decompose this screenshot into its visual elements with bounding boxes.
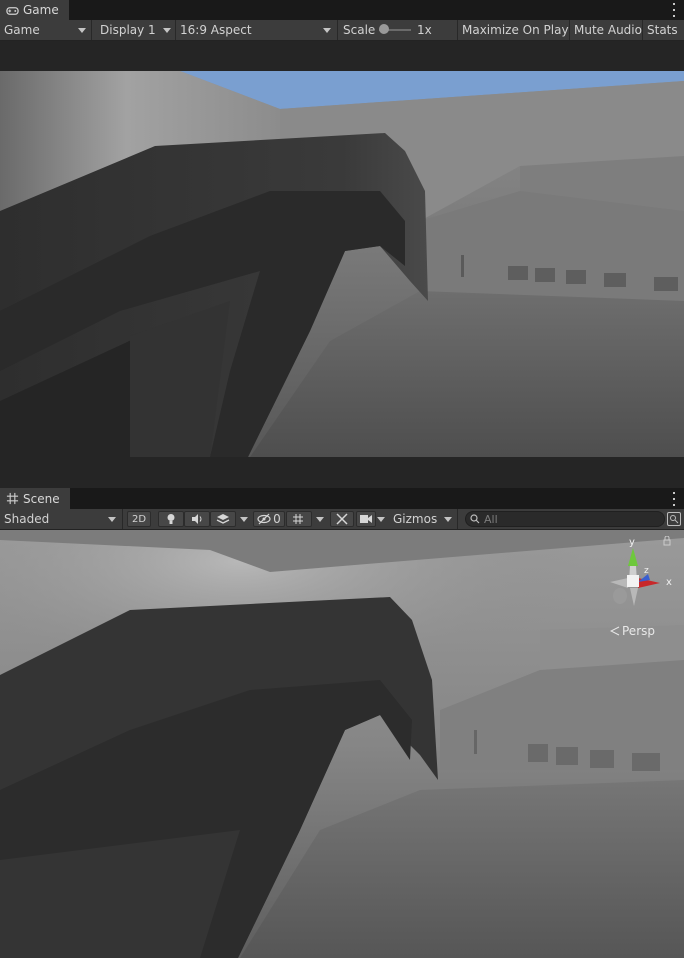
axis-y-label: y — [629, 537, 635, 548]
game-view[interactable] — [0, 71, 684, 457]
scene-toolbar: Shaded 2D 0 Gizmos All — [0, 509, 684, 530]
effects-dropdown[interactable] — [236, 509, 252, 529]
maximize-on-play-label: Maximize On Play — [462, 23, 569, 37]
gamepad-icon — [6, 6, 19, 15]
mute-audio-label: Mute Audio — [574, 23, 642, 37]
lighting-toggle[interactable] — [158, 511, 184, 527]
eye-slash-icon — [257, 513, 271, 525]
axis-z-label: z — [644, 566, 649, 576]
layers-icon — [216, 514, 230, 524]
scene-search-placeholder: All — [484, 512, 498, 526]
2d-toggle-label: 2D — [131, 513, 147, 525]
aspect-dropdown[interactable]: 16:9 Aspect — [176, 20, 338, 40]
grid-toggle[interactable] — [286, 511, 312, 527]
chevron-down-icon — [240, 517, 248, 522]
scene-search-field[interactable]: All — [465, 511, 665, 527]
tab-scene[interactable]: Scene — [0, 488, 70, 509]
axis-gizmo-icon — [610, 535, 671, 606]
scale-slider[interactable] — [379, 24, 411, 36]
tab-game[interactable]: Game — [0, 0, 69, 20]
axis-x-label: x — [666, 577, 672, 588]
scene-panel-menu-icon[interactable] — [672, 492, 676, 506]
effects-toggle[interactable] — [210, 511, 236, 527]
camera-dropdown[interactable] — [376, 509, 388, 529]
scale-slider-thumb[interactable] — [379, 24, 389, 34]
scene-view[interactable]: y z x Persp — [0, 530, 684, 958]
scene-visibility-toggle[interactable]: 0 — [253, 511, 285, 527]
search-options-icon[interactable] — [667, 512, 681, 526]
draw-mode-label: Shaded — [4, 512, 50, 526]
scale-control: Scale 1x — [338, 20, 458, 40]
camera-icon — [360, 515, 372, 523]
maximize-on-play-toggle[interactable]: Maximize On Play — [458, 20, 570, 40]
grid-dropdown[interactable] — [312, 509, 328, 529]
scale-label: Scale — [343, 23, 376, 37]
game-toolbar: Game Display 1 16:9 Aspect Scale 1x Maxi… — [0, 20, 684, 41]
projection-toggle[interactable]: Persp — [610, 624, 655, 638]
speaker-icon — [192, 514, 202, 524]
scene-render — [0, 530, 684, 958]
scene-orientation-gizmo[interactable]: y z x Persp — [600, 535, 684, 646]
display-dropdown[interactable]: Display 1 — [92, 20, 176, 40]
game-letterbox-bottom — [0, 457, 684, 488]
mute-audio-toggle[interactable]: Mute Audio — [570, 20, 643, 40]
tab-game-label: Game — [23, 3, 59, 17]
stats-toggle[interactable]: Stats — [643, 20, 684, 40]
scene-tab-bar: Scene — [0, 488, 684, 509]
grid-icon — [6, 492, 19, 505]
game-mode-label: Game — [4, 23, 40, 37]
stats-label: Stats — [647, 23, 678, 37]
display-label: Display 1 — [100, 23, 156, 37]
audio-toggle[interactable] — [184, 511, 210, 527]
grid-snap-icon — [293, 514, 303, 524]
game-mode-dropdown[interactable]: Game — [0, 20, 92, 40]
chevron-down-icon — [323, 28, 331, 33]
hidden-count: 0 — [273, 512, 281, 526]
projection-label: Persp — [622, 624, 655, 638]
game-render — [0, 71, 684, 457]
tools-icon — [336, 513, 348, 525]
2d-toggle[interactable]: 2D — [127, 511, 151, 527]
gizmos-dropdown[interactable]: Gizmos — [389, 509, 458, 529]
tools-toggle[interactable] — [330, 511, 354, 527]
aspect-label: 16:9 Aspect — [180, 23, 252, 37]
camera-settings-button[interactable] — [356, 511, 376, 527]
draw-mode-dropdown[interactable]: Shaded — [0, 509, 123, 529]
search-options-glyph — [670, 515, 679, 524]
tab-scene-label: Scene — [23, 491, 60, 506]
chevron-down-icon — [78, 28, 86, 33]
game-panel-menu-icon[interactable] — [672, 3, 676, 17]
chevron-down-icon — [316, 517, 324, 522]
game-letterbox-top — [0, 41, 684, 71]
game-tab-bar: Game — [0, 0, 684, 20]
lightbulb-icon — [167, 514, 175, 524]
chevron-down-icon — [108, 517, 116, 522]
scale-value: 1x — [417, 23, 432, 37]
search-icon — [470, 514, 480, 524]
chevron-down-icon — [163, 28, 171, 33]
gizmos-label: Gizmos — [393, 512, 438, 526]
chevron-down-icon — [377, 517, 385, 522]
perspective-icon — [610, 626, 620, 636]
axis-y-cone — [628, 548, 638, 566]
chevron-down-icon — [444, 517, 452, 522]
